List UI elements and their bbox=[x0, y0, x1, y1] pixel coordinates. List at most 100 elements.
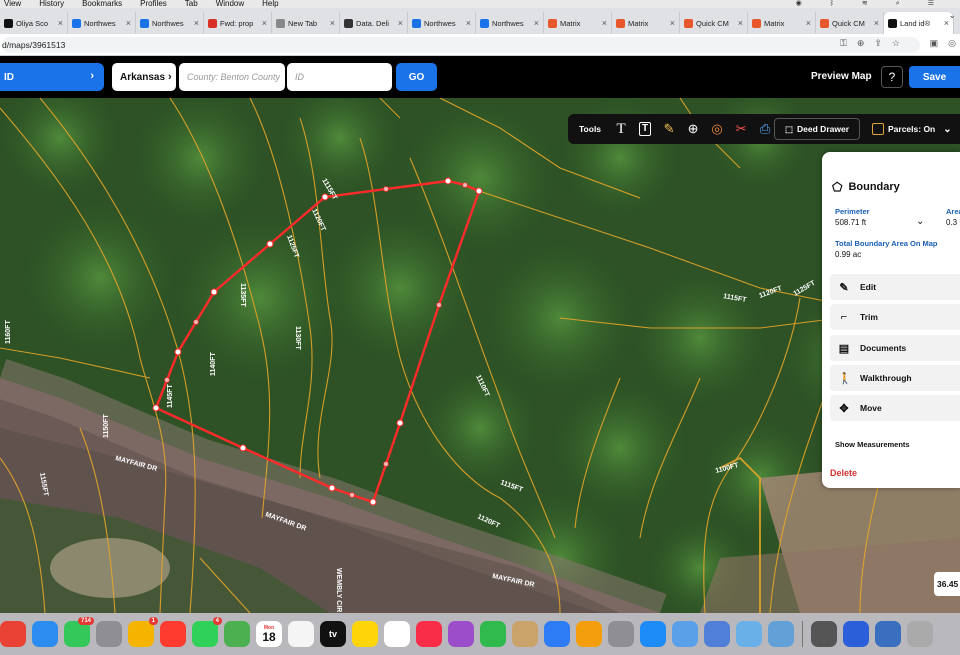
dock-tv-icon[interactable]: tv bbox=[320, 621, 346, 647]
satellite-map[interactable]: 1115FT 1120FT 1125FT 1135FT 1130FT 1140F… bbox=[0, 98, 960, 613]
dock-calendar-icon[interactable]: Mon 18 bbox=[256, 621, 282, 647]
globe-icon[interactable]: ⊕ bbox=[681, 118, 705, 140]
dock-facetime-icon[interactable]: 4 bbox=[192, 617, 222, 647]
id-search-button[interactable]: ID › bbox=[0, 63, 104, 91]
dock-simulator-icon[interactable] bbox=[704, 621, 730, 647]
dock-keynote-icon[interactable] bbox=[544, 621, 570, 647]
dock-podcasts-icon[interactable] bbox=[448, 621, 474, 647]
radius-icon[interactable]: ◎ bbox=[705, 118, 729, 140]
menu-profiles[interactable]: Profiles bbox=[140, 0, 167, 8]
browser-tab[interactable]: New Tab × bbox=[272, 12, 340, 34]
browser-tab[interactable]: Fwd: prop × bbox=[204, 12, 272, 34]
dock-disk-icon[interactable] bbox=[768, 621, 794, 647]
dock-maps-icon[interactable] bbox=[224, 621, 250, 647]
dock-music-icon[interactable] bbox=[416, 621, 442, 647]
menu-tab[interactable]: Tab bbox=[185, 0, 198, 8]
dock-photos-icon[interactable]: 1 bbox=[128, 617, 158, 647]
dock-contacts-icon[interactable] bbox=[512, 621, 538, 647]
show-measurements-link[interactable]: Show Measurements bbox=[835, 440, 910, 449]
dock-reminders-icon[interactable] bbox=[288, 621, 314, 647]
text-box-icon[interactable]: T bbox=[633, 118, 657, 140]
parcel-id-input[interactable]: ID bbox=[287, 63, 392, 91]
tab-close-icon[interactable]: × bbox=[738, 18, 743, 28]
key-icon[interactable]: ⚿ bbox=[840, 38, 847, 49]
profile-icon[interactable]: ◎ bbox=[948, 38, 956, 49]
menu-view[interactable]: View bbox=[4, 0, 21, 8]
tab-close-icon[interactable]: × bbox=[874, 18, 879, 28]
dock-preview-app-icon[interactable] bbox=[672, 621, 698, 647]
wifi-icon[interactable]: ≋ bbox=[862, 0, 868, 8]
dock-pages-icon[interactable] bbox=[576, 621, 602, 647]
unit-dropdown-chevron-icon[interactable]: ⌄ bbox=[916, 216, 924, 227]
ruler-icon[interactable]: ✎ bbox=[657, 118, 681, 140]
dock-settings-icon[interactable] bbox=[608, 621, 634, 647]
control-center-icon[interactable]: ☰ bbox=[928, 0, 934, 8]
trim-button[interactable]: ⌐ Trim bbox=[830, 304, 960, 330]
browser-tab[interactable]: Northwes × bbox=[136, 12, 204, 34]
search-icon[interactable]: ⌕ bbox=[896, 0, 900, 8]
tab-close-icon[interactable]: × bbox=[534, 18, 539, 28]
url-field[interactable]: d/maps/3961513 bbox=[2, 36, 920, 53]
delete-button[interactable]: Delete bbox=[830, 468, 857, 478]
browser-tab[interactable]: Northwes × bbox=[408, 12, 476, 34]
dock-numbers-icon[interactable] bbox=[480, 621, 506, 647]
dock-mail-icon[interactable] bbox=[32, 621, 58, 647]
browser-tab[interactable]: Matrix × bbox=[748, 12, 816, 34]
browser-tab[interactable]: Oliya Sco × bbox=[0, 12, 68, 34]
tab-close-icon[interactable]: × bbox=[466, 18, 471, 28]
zoom-icon[interactable]: ⊕ bbox=[857, 38, 865, 49]
bluetooth-icon[interactable]: ᛒ bbox=[830, 0, 834, 8]
go-button[interactable]: GO bbox=[396, 63, 437, 91]
bookmark-star-icon[interactable]: ☆ bbox=[892, 38, 900, 49]
extensions-icon[interactable]: ▣ bbox=[930, 38, 939, 49]
dock-calculator-icon[interactable] bbox=[811, 621, 837, 647]
scissors-icon[interactable]: ✂ bbox=[729, 118, 753, 140]
tab-close-icon[interactable]: × bbox=[262, 18, 267, 28]
tab-close-icon[interactable]: × bbox=[398, 18, 403, 28]
tab-close-icon[interactable]: × bbox=[126, 18, 131, 28]
preview-map-button[interactable]: Preview Map bbox=[811, 71, 872, 82]
dock-freeform-icon[interactable] bbox=[384, 621, 410, 647]
dock-launchpad-icon[interactable] bbox=[96, 621, 122, 647]
state-selector[interactable]: Arkansas › bbox=[112, 63, 176, 91]
tab-overflow-icon[interactable]: ⌄ bbox=[948, 10, 956, 21]
help-button[interactable]: ? bbox=[881, 66, 903, 88]
dock-news-icon[interactable] bbox=[160, 621, 186, 647]
tab-close-icon[interactable]: × bbox=[58, 18, 63, 28]
tab-close-icon[interactable]: × bbox=[806, 18, 811, 28]
menu-history[interactable]: History bbox=[39, 0, 64, 8]
browser-tab[interactable]: Northwes × bbox=[476, 12, 544, 34]
tab-close-icon[interactable]: × bbox=[602, 18, 607, 28]
tab-close-icon[interactable]: × bbox=[194, 18, 199, 28]
browser-tab[interactable]: Land id® × bbox=[884, 12, 954, 34]
browser-tab[interactable]: Matrix × bbox=[544, 12, 612, 34]
county-input[interactable]: County: Benton County bbox=[179, 63, 285, 91]
save-button[interactable]: Save bbox=[909, 66, 960, 88]
share-icon[interactable]: ⇪ bbox=[874, 38, 882, 49]
browser-tab[interactable]: Northwes × bbox=[68, 12, 136, 34]
dock-help-app-icon[interactable] bbox=[907, 621, 933, 647]
tab-close-icon[interactable]: × bbox=[330, 18, 335, 28]
dock-chrome-icon[interactable] bbox=[0, 621, 26, 647]
deed-drawer-button[interactable]: ⬚ Deed Drawer bbox=[774, 118, 860, 140]
tab-close-icon[interactable]: × bbox=[670, 18, 675, 28]
dock-appstore-icon[interactable] bbox=[640, 621, 666, 647]
documents-button[interactable]: ▤ Documents bbox=[830, 335, 960, 361]
browser-tab[interactable]: Data. Deli × bbox=[340, 12, 408, 34]
dock-messages-icon[interactable]: 714 bbox=[64, 617, 94, 647]
menu-bookmarks[interactable]: Bookmarks bbox=[82, 0, 122, 8]
move-button[interactable]: ✥ Move bbox=[830, 395, 960, 421]
dock-database-icon[interactable] bbox=[875, 621, 901, 647]
edit-button[interactable]: ✎ Edit bbox=[830, 274, 960, 300]
browser-tab[interactable]: Matrix × bbox=[612, 12, 680, 34]
parcels-toggle[interactable]: Parcels: On ⌄ bbox=[872, 118, 952, 140]
dock-notes-icon[interactable] bbox=[352, 621, 378, 647]
dock-stacks-icon[interactable] bbox=[843, 621, 869, 647]
menu-help[interactable]: Help bbox=[262, 0, 278, 8]
menu-window[interactable]: Window bbox=[216, 0, 244, 8]
browser-tab[interactable]: Quick CM × bbox=[680, 12, 748, 34]
text-icon[interactable]: T bbox=[609, 118, 633, 140]
map-canvas[interactable]: 1115FT 1120FT 1125FT 1135FT 1130FT 1140F… bbox=[0, 98, 960, 613]
dock-finder-ext-icon[interactable] bbox=[736, 621, 762, 647]
walkthrough-button[interactable]: 🚶 Walkthrough bbox=[830, 365, 960, 391]
